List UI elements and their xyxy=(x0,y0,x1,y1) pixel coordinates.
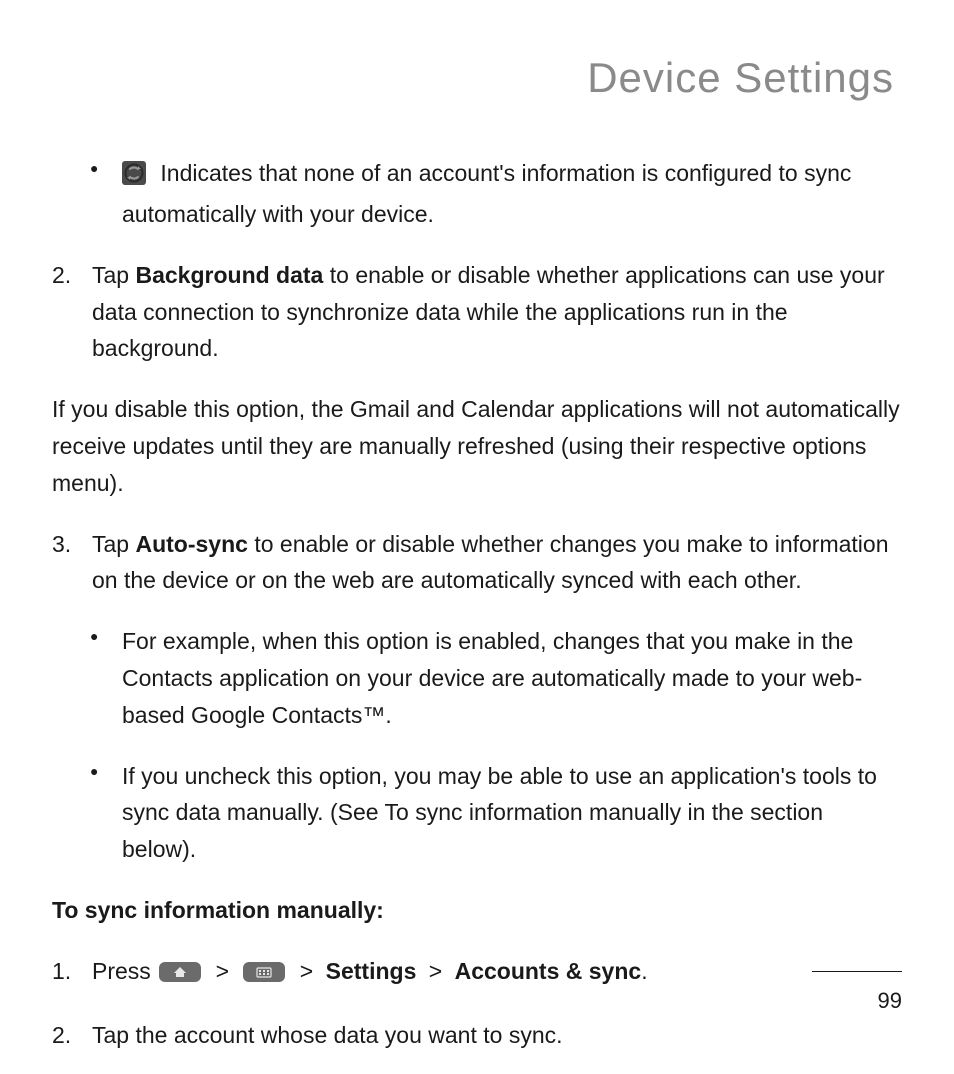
footer-rule xyxy=(812,971,902,972)
manual-step-2-text: Tap the account whose data you want to s… xyxy=(92,1022,563,1048)
sub-bullet-0: For example, when this option is enabled… xyxy=(122,623,902,733)
manual-sync-heading: To sync information manually: xyxy=(52,892,902,929)
settings-label: Settings xyxy=(326,958,417,984)
manual-step-1-end: . xyxy=(641,958,647,984)
bullet-sync-off: Indicates that none of an account's info… xyxy=(122,155,902,233)
bullet-list-top: Indicates that none of an account's info… xyxy=(52,155,902,233)
manual-step-2-item: 2. Tap the account whose data you want t… xyxy=(52,1017,902,1054)
step-2-bold: Background data xyxy=(135,262,323,288)
step-2-lead: Tap xyxy=(92,262,135,288)
page-number: 99 xyxy=(878,983,902,1018)
step-3-bold: Auto-sync xyxy=(135,531,247,557)
step-3: 3. Tap Auto-sync to enable or disable wh… xyxy=(52,526,902,868)
sep-3: > xyxy=(429,958,442,984)
sep-1: > xyxy=(216,958,229,984)
step-2-number: 2. xyxy=(52,257,71,294)
bullet-sync-off-text: Indicates that none of an account's info… xyxy=(122,160,851,227)
apps-key-icon xyxy=(243,956,285,993)
step-3-number: 3. xyxy=(52,526,71,563)
step-3-sub-bullets: For example, when this option is enabled… xyxy=(92,623,902,868)
manual-step-1: 1. Press > xyxy=(52,953,902,993)
step-3-lead: Tap xyxy=(92,531,135,557)
step-3-item: 3. Tap Auto-sync to enable or disable wh… xyxy=(52,526,902,868)
manual-step-2-number: 2. xyxy=(52,1017,71,1054)
manual-step-1-number: 1. xyxy=(52,953,71,990)
sync-off-icon xyxy=(122,159,146,196)
page-title: Device Settings xyxy=(52,44,894,111)
accounts-sync-label: Accounts & sync xyxy=(455,958,642,984)
manual-step-2: 2. Tap the account whose data you want t… xyxy=(52,1017,902,1054)
manual-step-1-press: Press xyxy=(92,958,157,984)
sep-2: > xyxy=(300,958,313,984)
home-key-icon xyxy=(159,956,201,993)
step-2-item: 2. Tap Background data to enable or disa… xyxy=(52,257,902,367)
manual-step-1-item: 1. Press > xyxy=(52,953,902,993)
sub-bullet-1: If you uncheck this option, you may be a… xyxy=(122,758,902,868)
page-content: Device Settings Indicates that none of a… xyxy=(0,0,954,1053)
disable-note: If you disable this option, the Gmail an… xyxy=(52,391,902,501)
step-2: 2. Tap Background data to enable or disa… xyxy=(52,257,902,367)
